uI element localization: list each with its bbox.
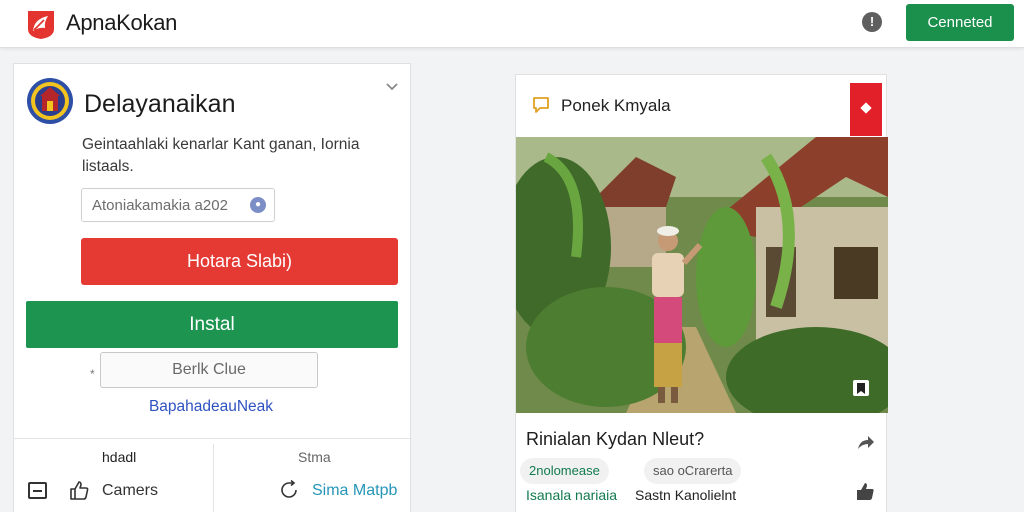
divider (14, 438, 412, 439)
bookmark-icon[interactable] (850, 377, 872, 399)
camera-label[interactable]: Camers (102, 482, 158, 500)
post-title[interactable]: Rinialan Kydan Nleut? (526, 429, 704, 450)
app-title: ApnaKokan (66, 10, 178, 35)
like-icon[interactable] (854, 480, 876, 502)
refresh-icon[interactable] (278, 479, 300, 501)
flag-ribbon[interactable] (850, 83, 882, 136)
leaf-logo-icon[interactable] (24, 7, 58, 41)
info-icon[interactable]: ! (862, 12, 882, 32)
tag-chip[interactable]: 2nolomease (520, 458, 609, 484)
post-meta: Sastn Kanolielnt (635, 487, 737, 503)
chat-bubble-icon (533, 97, 549, 113)
share-icon[interactable] (854, 431, 876, 453)
post-meta: Isanala nariaia (526, 487, 618, 503)
connected-button[interactable]: Cenneted (906, 4, 1014, 41)
install-card: Delayanaikan Geintaahlaki kenarlar Kant … (13, 63, 412, 512)
column-header-left: hdadl (102, 449, 137, 465)
tag-chip[interactable]: sao oCrarerta (644, 458, 742, 484)
card-description: Geintaahlaki kenarlar Kant ganan, Iornia… (82, 136, 360, 175)
side-marker: * (90, 367, 95, 381)
post-card-title: Ponek Kmyala (561, 96, 671, 115)
chevron-down-icon[interactable] (384, 78, 400, 94)
avatar[interactable] (26, 77, 74, 125)
search-icon[interactable]: ● (250, 197, 266, 213)
minus-box-icon[interactable] (28, 482, 47, 499)
secondary-button[interactable]: Berlk Clue (100, 352, 318, 388)
footer-link[interactable]: Sima Matpb (312, 482, 397, 500)
post-photo[interactable] (516, 137, 888, 413)
search-input[interactable] (81, 188, 275, 222)
column-divider (213, 444, 214, 512)
primary-action-button[interactable]: Hotara Slabi) (81, 238, 398, 285)
post-card: Ponek Kmyala Rinialan Kydan Nleut? 2nolo… (515, 74, 888, 512)
column-header-right: Stma (298, 449, 331, 465)
card-title: Delayanaikan (84, 90, 236, 118)
install-button[interactable]: Instal (26, 301, 398, 348)
thumbs-up-icon[interactable] (68, 479, 90, 501)
diamond-icon (860, 102, 872, 114)
top-bar: ApnaKokan ! Cenneted (0, 0, 1024, 48)
details-link[interactable]: BapahadeauNeak (14, 398, 408, 416)
